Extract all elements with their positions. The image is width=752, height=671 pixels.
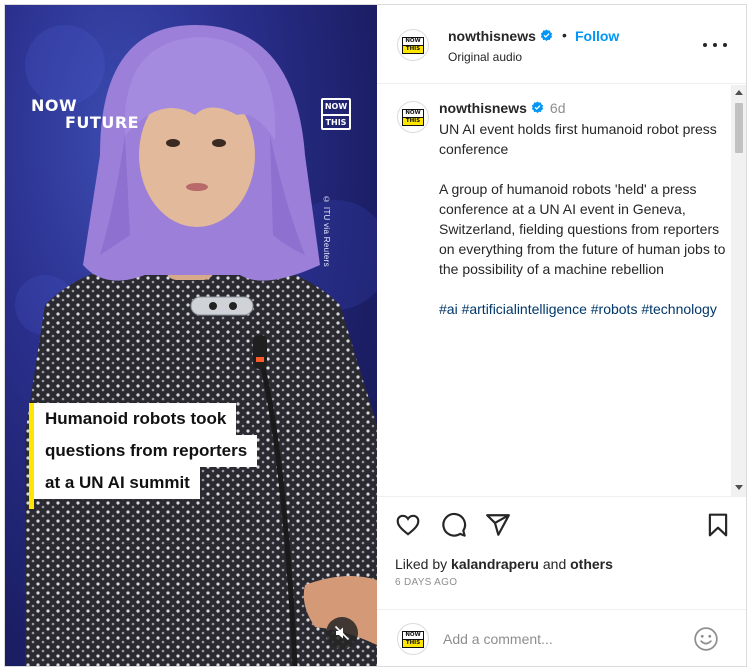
share-icon[interactable] bbox=[485, 512, 511, 538]
audio-label[interactable]: Original audio bbox=[448, 50, 522, 64]
video-caption: Humanoid robots took questions from repo… bbox=[29, 403, 258, 509]
video-player[interactable]: NOW FUTURE NOW THIS © ITU via Reuters Hu… bbox=[5, 5, 377, 666]
avatar[interactable]: NOW THIS bbox=[397, 29, 429, 61]
nowthis-watermark: NOW THIS bbox=[321, 98, 351, 130]
verified-badge-icon bbox=[531, 101, 543, 113]
post-age[interactable]: 6d bbox=[550, 100, 566, 116]
header-username[interactable]: nowthisnews bbox=[448, 28, 553, 44]
caption-title: UN AI event holds first humanoid robot p… bbox=[439, 121, 717, 157]
post-caption: UN AI event holds first humanoid robot p… bbox=[439, 119, 729, 339]
comments-section[interactable]: NOW THIS nowthisnews 6d UN AI event holds… bbox=[377, 85, 746, 497]
mute-button[interactable] bbox=[326, 617, 358, 649]
nowthis-logo: NOW THIS bbox=[402, 108, 424, 126]
post-date[interactable]: 6 DAYS AGO bbox=[395, 577, 457, 588]
comment-input[interactable] bbox=[443, 628, 683, 650]
photo-credit: © ITU via Reuters bbox=[322, 195, 331, 267]
more-options-icon[interactable] bbox=[703, 35, 727, 55]
add-comment-bar: NOW THIS bbox=[377, 609, 746, 666]
post-dialog: NOW FUTURE NOW THIS © ITU via Reuters Hu… bbox=[4, 4, 747, 667]
caption-author[interactable]: nowthisnews 6d bbox=[439, 100, 565, 116]
post-details-panel: NOW THIS nowthisnews • Follow Original a… bbox=[377, 5, 746, 666]
verified-badge-icon bbox=[540, 29, 552, 41]
heart-icon[interactable] bbox=[395, 512, 421, 538]
caption-line-1: Humanoid robots took bbox=[29, 403, 237, 435]
post-avatar[interactable]: NOW THIS bbox=[397, 101, 429, 133]
nowthis-logo: NOW THIS bbox=[402, 36, 424, 54]
comment-icon[interactable] bbox=[441, 512, 467, 538]
hashtags[interactable]: #ai #artificialintelligence #robots #tec… bbox=[439, 299, 729, 319]
scroll-up-arrow-icon[interactable] bbox=[735, 90, 743, 95]
caption-body: A group of humanoid robots 'held' a pres… bbox=[439, 181, 726, 277]
scroll-thumb[interactable] bbox=[735, 103, 743, 153]
emoji-icon[interactable] bbox=[693, 626, 719, 652]
liked-by-user[interactable]: kalandraperu bbox=[451, 556, 539, 572]
liked-by-others[interactable]: others bbox=[570, 556, 613, 572]
now-future-logo: NOW bbox=[31, 96, 78, 115]
caption-line-2: questions from reporters bbox=[29, 435, 258, 467]
caption-accent-bar bbox=[29, 403, 34, 509]
action-bar bbox=[377, 498, 746, 548]
follow-button[interactable]: Follow bbox=[575, 28, 619, 44]
separator-dot: • bbox=[562, 27, 567, 43]
comments-scrollbar[interactable] bbox=[731, 85, 746, 496]
own-avatar: NOW THIS bbox=[397, 623, 429, 655]
liked-by-text: Liked by kalandraperu and others bbox=[395, 556, 613, 572]
now-future-logo-subtitle: FUTURE bbox=[65, 113, 140, 132]
bookmark-icon[interactable] bbox=[705, 512, 731, 538]
caption-line-3: at a UN AI summit bbox=[29, 467, 200, 499]
post-header: NOW THIS nowthisnews • Follow Original a… bbox=[377, 5, 746, 84]
nowthis-logo: NOW THIS bbox=[402, 630, 424, 648]
scroll-down-arrow-icon[interactable] bbox=[735, 485, 743, 490]
speaker-muted-icon bbox=[334, 625, 350, 641]
